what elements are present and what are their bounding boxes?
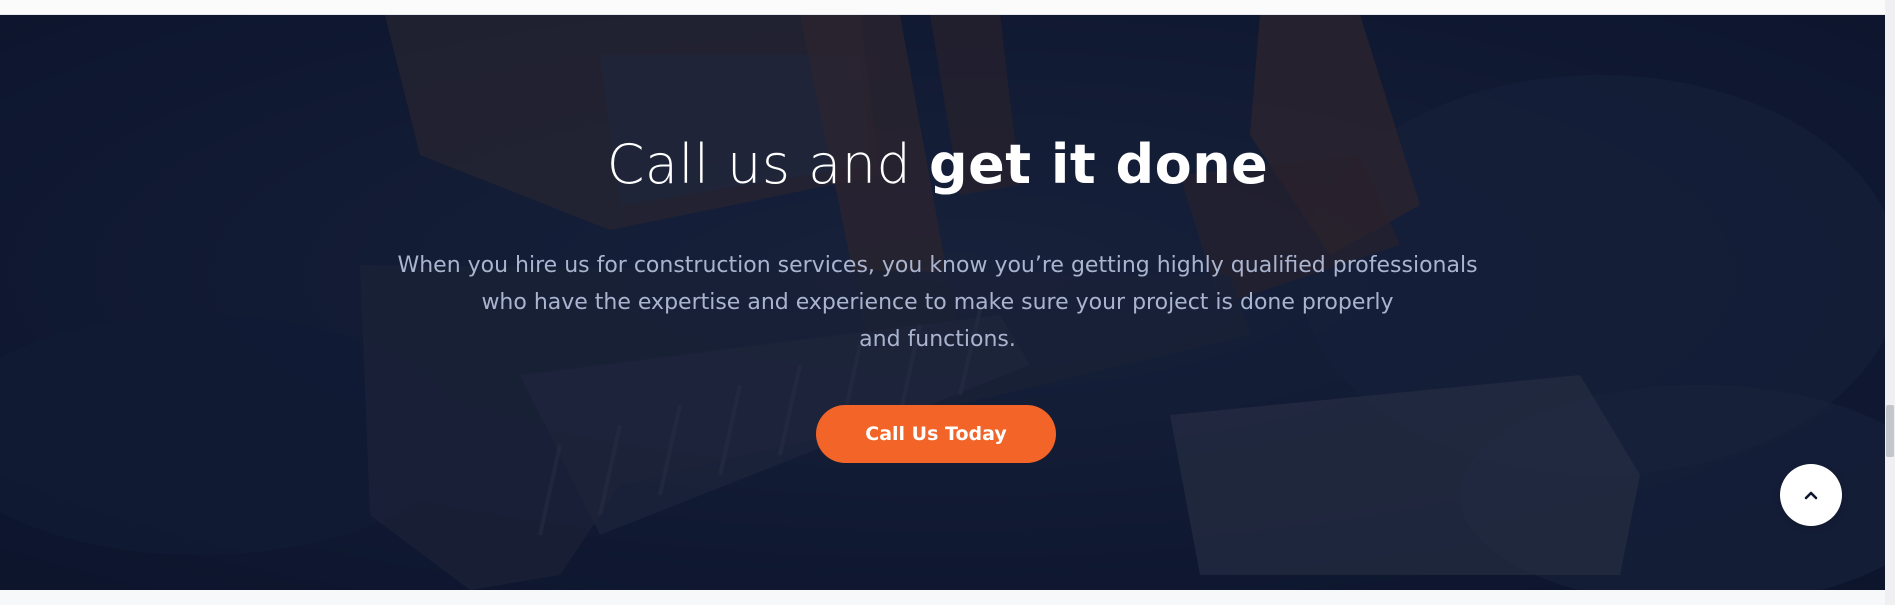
hero-title-bold: get it done bbox=[928, 133, 1269, 196]
hero-title-light: Call us and bbox=[606, 133, 912, 196]
cta-hero-section: Call us and get it done When you hire us… bbox=[0, 15, 1885, 590]
hero-description-line: and functions. bbox=[859, 327, 1016, 352]
page: Call us and get it done When you hire us… bbox=[0, 0, 1895, 605]
call-us-today-button[interactable]: Call Us Today bbox=[816, 405, 1056, 463]
hero-content: Call us and get it done When you hire us… bbox=[0, 15, 1885, 590]
hero-description-line: who have the expertise and experience to… bbox=[481, 290, 1394, 315]
hero-description-line: When you hire us for construction servic… bbox=[397, 253, 1478, 278]
top-strip bbox=[0, 0, 1885, 15]
hero-description: When you hire us for construction servic… bbox=[380, 247, 1495, 358]
scroll-to-top-button[interactable] bbox=[1780, 464, 1842, 526]
hero-title: Call us and get it done bbox=[0, 133, 1875, 196]
chevron-up-icon bbox=[1804, 491, 1818, 500]
scrollbar-thumb[interactable] bbox=[1886, 405, 1894, 457]
page-scrollbar[interactable] bbox=[1885, 0, 1895, 605]
